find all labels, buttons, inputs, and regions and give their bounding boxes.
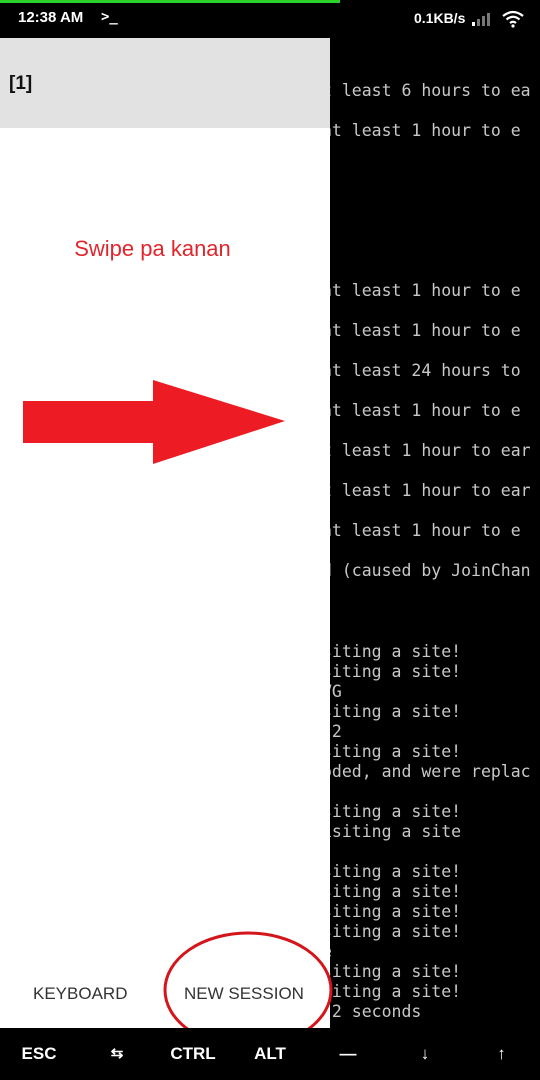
terminal-line: siting a site!: [322, 662, 462, 681]
terminal-line: isiting a site: [322, 822, 462, 841]
swipe-hint-text: Swipe pa kanan: [74, 236, 231, 261]
status-time: 12:38 AM: [18, 9, 84, 26]
terminal-prompt-icon: >_: [101, 9, 118, 25]
terminal-line: 2 seconds: [322, 1002, 422, 1021]
terminal-line: t least 6 hours to ea: [322, 81, 531, 100]
session-label: [1]: [9, 73, 33, 94]
status-bar: 12:38 AM >_ 0.1KB/s: [0, 0, 540, 38]
alt-key[interactable]: ALT: [231, 1028, 309, 1080]
terminal-line: t least 1 hour to ear: [322, 441, 531, 460]
terminal-output[interactable]: t least 6 hours to ea at least 1 hour to…: [322, 38, 540, 1028]
terminal-line: oded, and were replac: [322, 762, 531, 781]
terminal-line: siting a site!: [322, 882, 462, 901]
network-speed: 0.1KB/s: [414, 10, 466, 26]
terminal-line: at least 1 hour to e: [322, 321, 521, 340]
terminal-line: siting a site!: [322, 862, 462, 881]
session-list-item[interactable]: [1]: [0, 38, 330, 128]
extra-keys-bar: ESC ⇆ CTRL ALT — ↓ ↑: [0, 1028, 540, 1080]
terminal-line: siting a site!: [322, 702, 462, 721]
wifi-icon: [502, 10, 524, 32]
up-arrow-key[interactable]: ↑: [463, 1028, 540, 1080]
keyboard-button[interactable]: KEYBOARD: [33, 984, 127, 1004]
terminal-line: siting a site!: [322, 982, 462, 1001]
ctrl-key[interactable]: CTRL: [154, 1028, 232, 1080]
terminal-line: at least 1 hour to e: [322, 521, 521, 540]
down-arrow-key[interactable]: ↓: [386, 1028, 464, 1080]
terminal-line: siting a site!: [322, 742, 462, 761]
dash-key[interactable]: —: [309, 1028, 387, 1080]
esc-key[interactable]: ESC: [0, 1028, 78, 1080]
session-drawer[interactable]: [1] Swipe pa kanan KEYBOARD NEW SESSION: [0, 38, 330, 1028]
arrow-right-icon: [23, 380, 288, 469]
signal-icon: [472, 12, 494, 30]
tab-key[interactable]: ⇆: [78, 1028, 156, 1080]
terminal-line: siting a site!: [322, 922, 462, 941]
terminal-line: siting a site!: [322, 802, 462, 821]
status-progress-line: [0, 0, 340, 3]
terminal-line: d (caused by JoinChan: [322, 561, 531, 580]
terminal-line: siting a site!: [322, 902, 462, 921]
terminal-line: siting a site!: [322, 642, 462, 661]
terminal-line: at least 1 hour to e: [322, 121, 521, 140]
terminal-line: at least 24 hours to: [322, 361, 521, 380]
terminal-line: t least 1 hour to ear: [322, 481, 531, 500]
terminal-line: at least 1 hour to e: [322, 401, 521, 420]
terminal-line: at least 1 hour to e: [322, 281, 521, 300]
terminal-line: siting a site!: [322, 962, 462, 981]
